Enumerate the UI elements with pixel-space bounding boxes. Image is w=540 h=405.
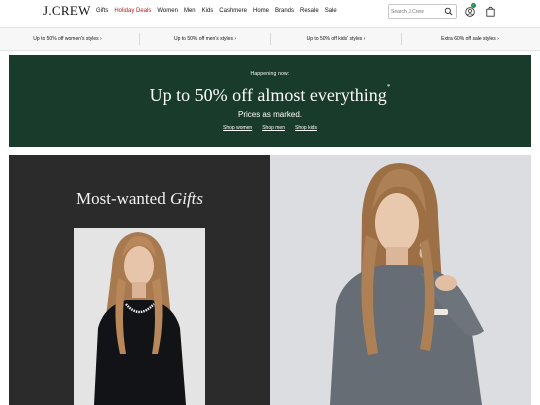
nav-home[interactable]: Home: [253, 8, 269, 14]
jcrew-logo[interactable]: J.CREW: [43, 3, 91, 19]
nav-women[interactable]: Women: [157, 8, 178, 14]
account-status-badge: ✓: [471, 3, 476, 8]
search-icon[interactable]: [444, 7, 453, 16]
account-button[interactable]: ✓: [465, 3, 476, 17]
gifts-title-italic: Gifts: [169, 189, 204, 208]
gifts-title-plain: Most-wanted: [75, 189, 170, 208]
nav-sale[interactable]: Sale: [325, 8, 337, 14]
nav-cashmere[interactable]: Cashmere: [219, 8, 247, 14]
main-nav: Gifts Holiday Deals Women Men Kids Cashm…: [96, 8, 337, 14]
model-photo-grey-sweater[interactable]: [270, 155, 531, 405]
promo-women-link[interactable]: Up to 50% off women's styles ›: [0, 28, 135, 50]
shopping-bag-icon: [486, 6, 495, 17]
banner-headline-text: Up to 50% off almost everything: [149, 85, 387, 105]
promo-sale-link[interactable]: Extra 60% off sale styles ›: [400, 28, 540, 50]
nav-holiday-deals[interactable]: Holiday Deals: [114, 8, 151, 14]
shop-men-link[interactable]: Shop men: [262, 125, 285, 131]
banner-headline: Up to 50% off almost everything*: [9, 83, 531, 106]
sale-banner: Happening now: Up to 50% off almost ever…: [9, 55, 531, 147]
gifts-title: Most-wanted Gifts: [9, 189, 270, 209]
gifts-hero-panel[interactable]: Most-wanted Gifts: [9, 155, 270, 405]
nav-gifts[interactable]: Gifts: [96, 8, 108, 14]
site-header: J.CREW Gifts Holiday Deals Women Men Kid…: [0, 0, 540, 26]
shop-kids-link[interactable]: Shop kids: [295, 125, 317, 131]
banner-eyebrow: Happening now:: [250, 71, 290, 77]
shop-women-link[interactable]: Shop women: [223, 125, 252, 131]
nav-brands[interactable]: Brands: [275, 8, 294, 14]
promo-strip: Up to 50% off women's styles › Up to 50%…: [0, 27, 540, 51]
promo-men-link[interactable]: Up to 50% off men's styles ›: [137, 28, 273, 50]
shopping-bag-button[interactable]: [486, 6, 495, 17]
search-box: [388, 4, 457, 19]
banner-links: Shop women Shop men Shop kids: [9, 125, 531, 131]
promo-kids-link[interactable]: Up to 50% off kids' styles ›: [268, 28, 404, 50]
banner-subtext: Prices as marked.: [237, 110, 303, 119]
model-photo-sweater[interactable]: [74, 228, 205, 405]
nav-kids[interactable]: Kids: [202, 8, 214, 14]
search-input[interactable]: [391, 6, 443, 17]
banner-headline-asterisk: *: [386, 83, 391, 91]
nav-resale[interactable]: Resale: [300, 8, 319, 14]
nav-men[interactable]: Men: [184, 8, 196, 14]
